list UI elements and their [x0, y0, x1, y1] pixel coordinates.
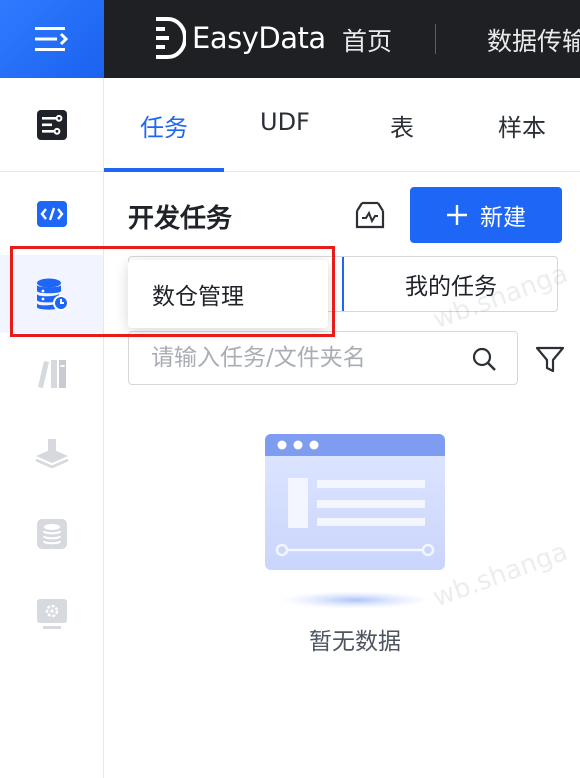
brand-name: EasyData	[192, 21, 326, 55]
tab-samples[interactable]: 样本	[498, 108, 546, 143]
library-icon	[37, 360, 66, 388]
top-bar: EasyData 首页 数据传输	[0, 0, 580, 78]
watermark: wb.shanga	[429, 536, 572, 614]
rail-item-settings[interactable]	[0, 575, 103, 653]
rail-top-button[interactable]	[0, 78, 103, 172]
rail-item-layers[interactable]	[0, 415, 103, 493]
left-rail	[0, 78, 104, 778]
settings-monitor-icon	[36, 599, 67, 629]
code-icon	[36, 201, 67, 227]
empty-state-illustration	[265, 434, 445, 609]
import-icon[interactable]	[354, 199, 386, 231]
highlight-annotation	[10, 246, 335, 337]
nav-home-link[interactable]: 首页	[342, 22, 392, 58]
plus-icon	[447, 205, 467, 225]
search-input[interactable]	[151, 332, 471, 384]
brand[interactable]: EasyData	[152, 16, 326, 60]
task-list-icon	[36, 109, 67, 140]
panel-title: 开发任务	[128, 204, 233, 234]
menu-expand-icon	[35, 27, 69, 51]
database-icon	[36, 519, 67, 549]
empty-state-text: 暂无数据	[309, 629, 401, 655]
layers-icon	[34, 439, 69, 469]
new-task-button-label: 新建	[480, 205, 526, 231]
filter-icon[interactable]	[535, 344, 565, 374]
rail-item-database[interactable]	[0, 495, 103, 573]
nav-data-transfer-link[interactable]: 数据传输	[487, 22, 580, 58]
new-task-button[interactable]: 新建	[410, 187, 562, 243]
tab-tasks[interactable]: 任务	[140, 108, 188, 143]
rail-item-library[interactable]	[0, 335, 103, 413]
search-icon[interactable]	[471, 346, 497, 372]
segment-my-tasks[interactable]: 我的任务	[344, 257, 557, 311]
tab-tables[interactable]: 表	[390, 108, 414, 143]
menu-toggle-button[interactable]	[0, 0, 104, 78]
app-root: EasyData 首页 数据传输 任务 UDF 表 样本 开发任务 新建 我的任…	[0, 0, 580, 778]
search-box	[128, 331, 518, 385]
tab-udf[interactable]: UDF	[260, 108, 310, 136]
rail-item-code[interactable]	[0, 175, 103, 253]
easydata-logo-icon	[156, 17, 186, 59]
active-tab-indicator	[104, 168, 224, 172]
nav-divider	[435, 24, 436, 54]
tab-bar: 任务 UDF 表 样本	[104, 78, 580, 172]
